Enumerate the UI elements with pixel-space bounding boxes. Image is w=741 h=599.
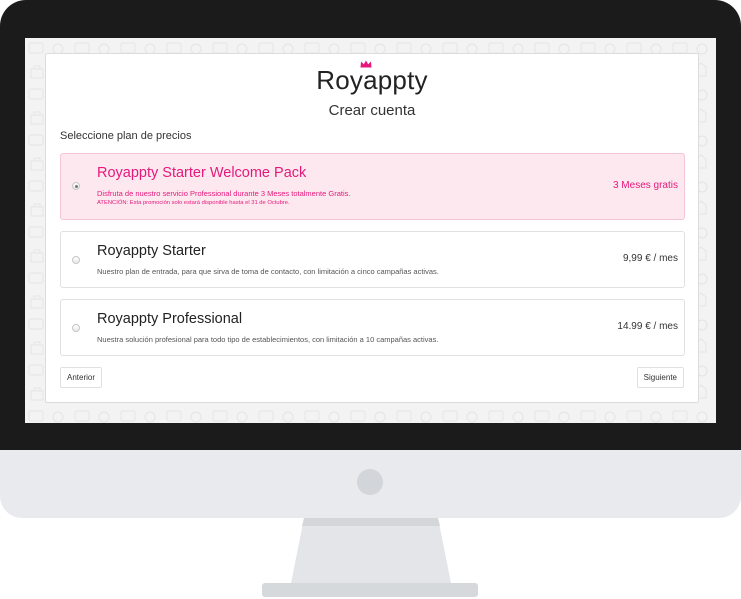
monitor-button-icon <box>357 469 383 495</box>
page-title: Crear cuenta <box>328 102 416 119</box>
plan-description: Nuestra solución profesional para todo t… <box>97 335 439 344</box>
plan-radio-starter[interactable] <box>72 256 80 264</box>
plan-price: 9,99 € / mes <box>622 253 678 264</box>
brand-logo: Royappty <box>46 60 698 99</box>
previous-button[interactable]: Anterior <box>60 367 103 388</box>
plan-option-starter[interactable]: Royappty Starter Nuestro plan de entrada… <box>60 231 685 288</box>
crown-icon <box>360 60 372 68</box>
plan-option-professional[interactable]: Royappty Professional Nuestra solución p… <box>60 299 685 356</box>
brand-name: Royappty <box>316 65 428 95</box>
plan-name: Royappty Professional <box>97 311 243 327</box>
plan-description: Nuestro plan de entrada, para que sirva … <box>97 267 439 276</box>
plan-radio-welcome-pack[interactable] <box>72 182 80 190</box>
plan-price: 14.99 € / mes <box>617 321 678 332</box>
plan-price: 3 Meses gratis <box>612 180 678 191</box>
signup-card: Royappty Crear cuenta Seleccione plan de… <box>45 53 699 403</box>
plan-name: Royappty Starter <box>97 243 206 259</box>
monitor-stand <box>290 518 452 588</box>
plan-promo-note: ATENCIÓN: Esta promoción solo estará dis… <box>97 200 290 206</box>
plan-radio-professional[interactable] <box>72 324 80 332</box>
monitor-stand-base <box>262 583 478 597</box>
plan-option-welcome-pack[interactable]: Royappty Starter Welcome Pack Disfruta d… <box>60 153 685 220</box>
next-button[interactable]: Siguiente <box>636 367 684 388</box>
plan-description: Disfruta de nuestro servicio Professiona… <box>97 189 351 198</box>
plan-name: Royappty Starter Welcome Pack <box>97 165 307 181</box>
pricing-section-label: Seleccione plan de precios <box>60 130 192 142</box>
